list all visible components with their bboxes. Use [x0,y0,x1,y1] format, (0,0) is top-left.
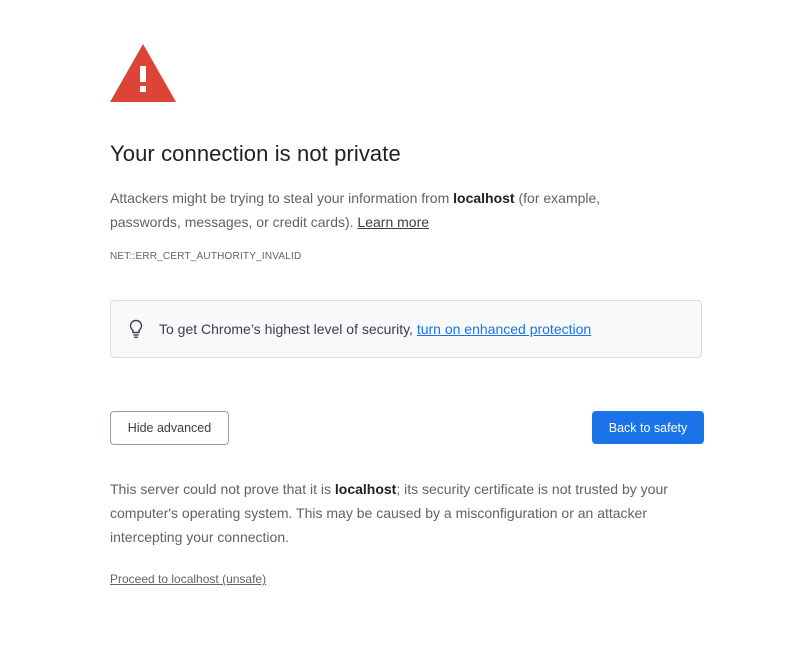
hide-advanced-button[interactable]: Hide advanced [110,411,229,445]
proceed-unsafe-link[interactable]: Proceed to localhost (unsafe) [110,572,266,586]
enhanced-protection-link[interactable]: turn on enhanced protection [417,321,591,337]
warning-triangle-icon [110,44,176,102]
page-title: Your connection is not private [110,141,401,166]
intro-text: Attackers might be trying to steal your … [110,186,670,234]
advanced-details-text: This server could not prove that it is l… [110,477,710,549]
back-to-safety-button[interactable]: Back to safety [592,411,704,444]
protection-prefix: To get Chrome’s highest level of securit… [159,321,417,337]
error-code: NET::ERR_CERT_AUTHORITY_INVALID [110,251,302,262]
details-host: localhost [334,481,397,497]
protection-text: To get Chrome’s highest level of securit… [159,321,591,337]
intro-prefix: Attackers might be trying to steal your … [110,190,454,206]
details-prefix: This server could not prove that it is [110,481,335,497]
intro-host: localhost [453,190,515,206]
lightbulb-icon [129,319,143,338]
learn-more-link[interactable]: Learn more [357,214,429,230]
enhanced-protection-banner: To get Chrome’s highest level of securit… [110,300,702,358]
